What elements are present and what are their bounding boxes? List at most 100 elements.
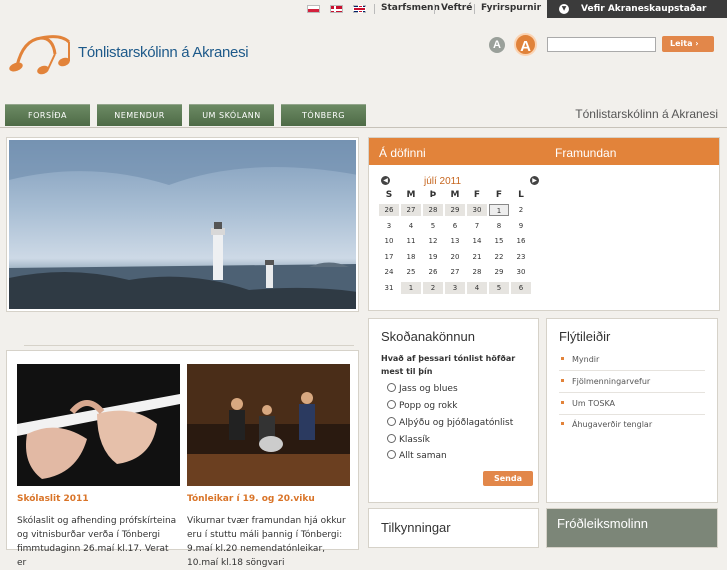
calendar-day[interactable]: 11 xyxy=(401,235,421,247)
calendar-day[interactable]: 20 xyxy=(445,251,465,263)
text-size-small-button[interactable]: A xyxy=(489,37,505,53)
calendar-day[interactable]: 2 xyxy=(423,282,443,294)
calendar-day[interactable]: 31 xyxy=(379,282,399,294)
divider xyxy=(434,4,435,14)
tab-students[interactable]: NEMENDUR xyxy=(97,104,182,126)
quicklink-item[interactable]: Áhugaverðir tenglar xyxy=(561,420,652,429)
calendar-day[interactable]: 1 xyxy=(489,204,509,216)
sitemap-link[interactable]: Veftré xyxy=(441,3,472,13)
calendar-day[interactable]: 3 xyxy=(445,282,465,294)
notices-box: Tilkynningar xyxy=(368,508,539,548)
bullet-icon xyxy=(561,357,564,360)
polish-flag-icon[interactable] xyxy=(307,5,320,13)
search-input[interactable] xyxy=(547,37,656,52)
calendar-day-header: M xyxy=(450,190,460,200)
poll-option[interactable]: Alþýðu og þjóðlagatónlist xyxy=(387,417,513,428)
calendar-day[interactable]: 16 xyxy=(511,235,531,247)
radio-icon[interactable] xyxy=(387,434,396,443)
radio-icon[interactable] xyxy=(387,417,396,426)
page-title: Tónlistarskólinn á Akranesi xyxy=(575,107,718,121)
danish-flag-icon[interactable] xyxy=(330,5,343,13)
calendar-day[interactable]: 15 xyxy=(489,235,509,247)
search-button[interactable]: Leita › xyxy=(662,36,714,52)
calendar-day[interactable]: 17 xyxy=(379,251,399,263)
calendar-day[interactable]: 30 xyxy=(467,204,487,216)
poll-option[interactable]: Jass og blues xyxy=(387,383,458,394)
news-image[interactable] xyxy=(17,364,180,486)
calendar-day[interactable]: 26 xyxy=(423,266,443,278)
calendar-day[interactable]: 6 xyxy=(511,282,531,294)
poll-option[interactable]: Popp og rokk xyxy=(387,400,457,411)
quicklink-item[interactable]: Fjölmenningarvefur xyxy=(561,377,650,386)
municipality-sites-dropdown[interactable]: ▼ Vefir Akraneskaupstaðar xyxy=(547,0,727,18)
calendar-day[interactable]: 7 xyxy=(467,220,487,232)
poll-option[interactable]: Allt saman xyxy=(387,450,447,461)
previous-month-icon[interactable]: ◀ xyxy=(381,176,390,185)
calendar-day[interactable]: 12 xyxy=(423,235,443,247)
calendar-day[interactable]: 5 xyxy=(423,220,443,232)
site-name[interactable]: Tónlistarskólinn á Akranesi xyxy=(78,44,249,61)
divider xyxy=(474,4,475,14)
news-title[interactable]: Skólaslit 2011 xyxy=(17,494,89,504)
calendar-day[interactable]: 8 xyxy=(489,220,509,232)
calendar-day[interactable]: 5 xyxy=(489,282,509,294)
calendar-day[interactable]: 4 xyxy=(401,220,421,232)
calendar-day[interactable]: 9 xyxy=(511,220,531,232)
calendar-day[interactable]: 3 xyxy=(379,220,399,232)
calendar-day-header: L xyxy=(518,190,524,200)
calendar-day[interactable]: 1 xyxy=(401,282,421,294)
calendar-day[interactable]: 24 xyxy=(379,266,399,278)
calendar-day[interactable]: 27 xyxy=(401,204,421,216)
tab-tonberg[interactable]: TÓNBERG xyxy=(281,104,366,126)
calendar-day[interactable]: 18 xyxy=(401,251,421,263)
quicklink-item[interactable]: Um TOSKA xyxy=(561,399,615,408)
calendar-day[interactable]: 13 xyxy=(445,235,465,247)
calendar-day[interactable]: 28 xyxy=(423,204,443,216)
calendar-day[interactable]: 29 xyxy=(445,204,465,216)
news-text: Vikurnar tvær framundan hjá okkur eru í … xyxy=(187,516,346,568)
calendar-day[interactable]: 21 xyxy=(467,251,487,263)
calendar-day[interactable]: 6 xyxy=(445,220,465,232)
radio-icon[interactable] xyxy=(387,400,396,409)
next-month-icon[interactable]: ▶ xyxy=(530,176,539,185)
calendar-day[interactable]: 27 xyxy=(445,266,465,278)
poll-title: Skoðanakönnun xyxy=(381,329,475,344)
calendar-day[interactable]: 25 xyxy=(401,266,421,278)
staff-link[interactable]: Starfsmenn xyxy=(381,3,440,13)
calendar-header: Á döfinni Framundan xyxy=(369,138,719,165)
calendar-day[interactable]: 28 xyxy=(467,266,487,278)
text-size-large-button[interactable]: A xyxy=(514,33,537,56)
lighthouse-image xyxy=(9,140,356,309)
calendar-day[interactable]: 26 xyxy=(379,204,399,216)
lighthouse-scene-icon xyxy=(9,140,356,309)
notices-title: Tilkynningar xyxy=(381,520,451,535)
bullet-icon xyxy=(561,401,564,404)
calendar-day[interactable]: 29 xyxy=(489,266,509,278)
poll-submit-button[interactable]: Senda xyxy=(483,471,533,486)
tab-about[interactable]: UM SKÓLANN xyxy=(189,104,274,126)
news-title[interactable]: Tónleikar í 19. og 20.viku xyxy=(187,494,315,504)
english-flag-icon[interactable] xyxy=(353,5,366,13)
poll-question: Hvað af þessari tónlist höfðar mest til … xyxy=(381,354,516,376)
calendar-day[interactable]: 2 xyxy=(511,204,531,216)
calendar-day[interactable]: 10 xyxy=(379,235,399,247)
news-text: Skólaslit og afhending prófskírteina og … xyxy=(17,516,177,568)
calendar-day[interactable]: 19 xyxy=(423,251,443,263)
radio-icon[interactable] xyxy=(387,383,396,392)
quicklink-item[interactable]: Myndir xyxy=(561,355,599,364)
bullet-icon xyxy=(561,422,564,425)
calendar-day[interactable]: 14 xyxy=(467,235,487,247)
inquiries-link[interactable]: Fyrirspurnir xyxy=(481,3,541,13)
radio-icon[interactable] xyxy=(387,450,396,459)
calendar-day-header: S xyxy=(385,190,393,200)
calendar-day[interactable]: 30 xyxy=(511,266,531,278)
calendar-day[interactable]: 22 xyxy=(489,251,509,263)
chevron-right-icon: › xyxy=(695,39,699,48)
calendar-day[interactable]: 4 xyxy=(467,282,487,294)
news-image[interactable] xyxy=(187,364,350,486)
divider xyxy=(24,345,354,346)
tab-home[interactable]: FORSÍÐA xyxy=(5,104,90,126)
music-notes-logo-icon[interactable] xyxy=(7,32,73,76)
calendar-day[interactable]: 23 xyxy=(511,251,531,263)
poll-option[interactable]: Klassík xyxy=(387,434,430,445)
